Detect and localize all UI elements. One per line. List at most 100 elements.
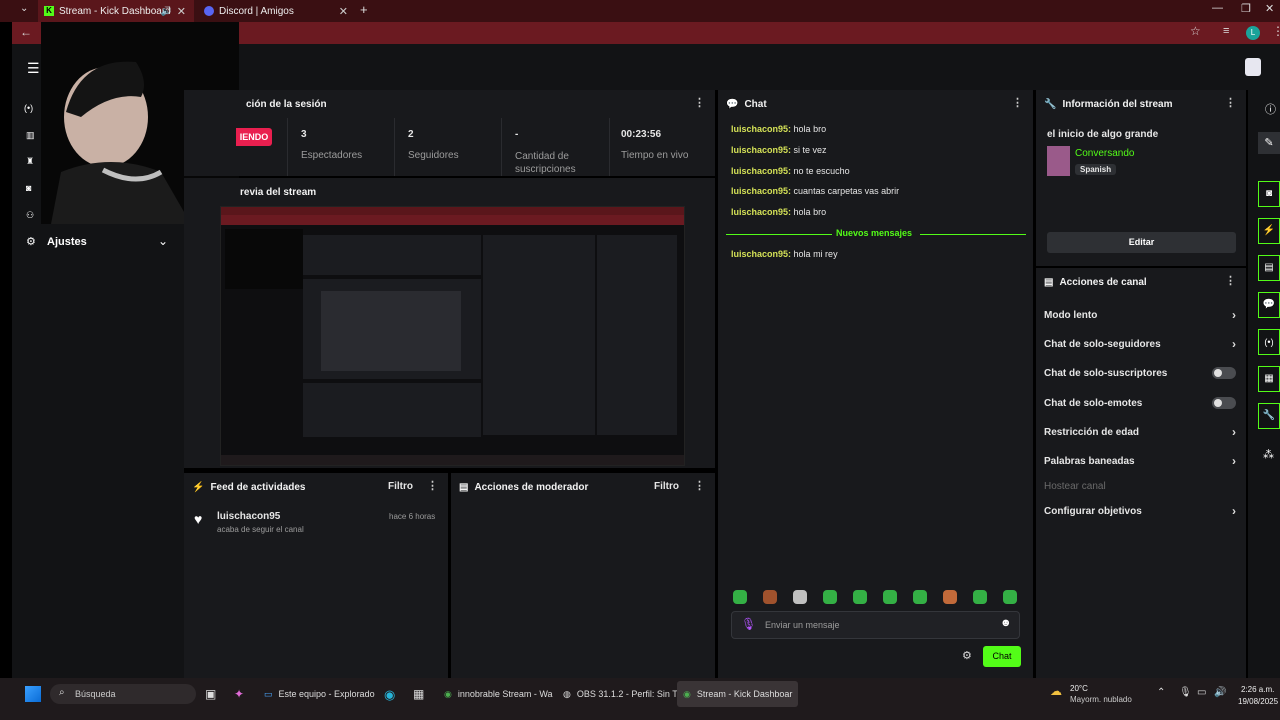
bookmark-star-icon[interactable]: ☆ <box>1190 24 1201 38</box>
media-controls-icon[interactable]: ≡ <box>1223 25 1229 37</box>
chat-user[interactable]: luischacon95: <box>731 186 791 196</box>
close-window-button[interactable]: ✕ <box>1265 2 1274 15</box>
mod-title: Acciones de moderador <box>474 481 589 493</box>
stats-icon[interactable]: ▥ <box>26 130 35 141</box>
configure-goals-item[interactable]: Configurar objetivos › <box>1044 501 1236 521</box>
share-icon[interactable]: ⁂ <box>1263 448 1274 461</box>
network-icon[interactable]: ▭ <box>1197 687 1206 698</box>
tab-kick-dashboard[interactable]: K Stream - Kick Dashboard 🔊 ✕ <box>38 0 194 22</box>
mod-menu-icon[interactable]: ⋮ <box>694 479 705 492</box>
emote-icon[interactable] <box>763 590 777 604</box>
emote-icon[interactable] <box>973 590 987 604</box>
copilot-icon[interactable]: ✦ <box>234 687 244 701</box>
emote-icon[interactable] <box>733 590 747 604</box>
followers-only-item[interactable]: Chat de solo-seguidores › <box>1044 334 1236 354</box>
emote-icon[interactable] <box>1003 590 1017 604</box>
user-avatar[interactable] <box>1245 58 1261 76</box>
emote-icon[interactable] <box>913 590 927 604</box>
trophy-icon[interactable]: ♜ <box>26 156 34 167</box>
taskbar-search[interactable]: ⌕ Búsqueda <box>50 684 196 704</box>
chat-message: luischacon95: hola bro <box>731 207 826 217</box>
chat-user[interactable]: luischacon95: <box>731 207 791 217</box>
tab-discord[interactable]: Discord | Amigos ✕ <box>198 0 356 22</box>
microphone-icon[interactable]: 🎙 <box>741 617 756 631</box>
kick-logo-icon: K <box>44 6 54 16</box>
tray-chevron-up-icon[interactable]: ⌃ <box>1157 687 1165 698</box>
emote-icon[interactable] <box>853 590 867 604</box>
emote-icon[interactable] <box>943 590 957 604</box>
weather-icon: ☁ <box>1050 684 1062 698</box>
hamburger-menu-icon[interactable]: ☰ <box>27 60 40 77</box>
task-view-icon[interactable]: ▣ <box>205 687 216 701</box>
emoji-icon[interactable]: ☻ <box>1000 617 1012 629</box>
edge-icon[interactable]: ◉ <box>384 687 395 703</box>
volume-icon[interactable]: 🔊 <box>1214 687 1226 698</box>
browser-menu-icon[interactable]: ⋮ <box>1272 24 1280 38</box>
emotes-only-item: Chat de solo-emotes <box>1044 393 1236 413</box>
taskbar-app-explorer[interactable]: ▭ Este equipo - Explorado <box>258 681 381 707</box>
lightning-tool-icon[interactable]: ⚡ <box>1258 218 1280 244</box>
taskbar-app-chrome-stream[interactable]: ◉ innobrable Stream - Wa <box>438 681 559 707</box>
emotes-only-toggle[interactable] <box>1212 397 1236 409</box>
minimize-button[interactable]: — <box>1212 2 1223 14</box>
taskbar-app-chrome-kick[interactable]: ◉ Stream - Kick Dashboar <box>677 681 799 707</box>
actions-menu-icon[interactable]: ⋮ <box>1225 274 1236 287</box>
chat-user[interactable]: luischacon95: <box>731 166 791 176</box>
chat-settings-gear-icon[interactable]: ⚙ <box>962 649 972 662</box>
tab-close-icon[interactable]: ✕ <box>339 5 348 18</box>
back-arrow-icon[interactable]: ← <box>20 25 32 39</box>
chat-tool-icon[interactable]: 💬 <box>1258 292 1280 318</box>
camera-icon[interactable]: ◙ <box>26 183 31 193</box>
emote-icon[interactable] <box>823 590 837 604</box>
settings-menu[interactable]: ⚙ Ajustes ⌄ <box>12 234 184 252</box>
info-icon[interactable]: ⓘ <box>1265 101 1276 117</box>
chat-text: hola mi rey <box>793 249 838 259</box>
windows-start-icon[interactable] <box>25 686 41 702</box>
users-icon[interactable]: ⚇ <box>26 210 34 221</box>
emote-icon[interactable] <box>883 590 897 604</box>
chat-user[interactable]: luischacon95: <box>731 249 791 259</box>
broadcast-icon[interactable]: (•) <box>24 103 33 113</box>
session-menu-icon[interactable]: ⋮ <box>694 96 705 109</box>
store-icon[interactable]: ▦ <box>413 687 424 701</box>
feed-menu-icon[interactable]: ⋮ <box>427 479 438 492</box>
preview-webcam <box>225 229 303 289</box>
stat-label: Espectadores <box>301 150 363 161</box>
layout-tool-icon[interactable]: ▦ <box>1258 366 1280 392</box>
chat-user[interactable]: luischacon95: <box>731 124 791 134</box>
pencil-icon[interactable]: ✎ <box>1258 132 1280 154</box>
profile-avatar[interactable]: L <box>1246 26 1260 40</box>
chat-header: 💬 Chat <box>718 90 1033 118</box>
chat-menu-icon[interactable]: ⋮ <box>1012 96 1023 109</box>
host-channel-item: Hostear canal <box>1044 476 1236 496</box>
taskbar-app-obs[interactable]: ◍ OBS 31.1.2 - Perfil: Sin Tí <box>557 681 686 707</box>
document-tool-icon[interactable]: ▤ <box>1258 255 1280 281</box>
edit-button[interactable]: Editar <box>1047 232 1236 253</box>
streaminfo-menu-icon[interactable]: ⋮ <box>1225 96 1236 109</box>
category-link[interactable]: Conversando <box>1075 148 1134 159</box>
wrench-tool-icon[interactable]: 🔧 <box>1258 403 1280 429</box>
slow-mode-item[interactable]: Modo lento › <box>1044 305 1236 325</box>
camera-tool-icon[interactable]: ◙ <box>1258 181 1280 207</box>
chat-user[interactable]: luischacon95: <box>731 145 791 155</box>
clock-date[interactable]: 19/08/2025 <box>1238 697 1278 706</box>
age-restriction-item[interactable]: Restricción de edad › <box>1044 422 1236 442</box>
new-tab-button[interactable]: + <box>360 2 368 17</box>
chat-input[interactable]: 🎙 Enviar un mensaje ☻ <box>731 611 1020 639</box>
item-label: Palabras baneadas <box>1044 455 1135 467</box>
send-chat-button[interactable]: Chat <box>983 646 1021 667</box>
mod-filter-button[interactable]: Filtro <box>654 481 679 492</box>
mic-tray-icon[interactable]: 🎙 <box>1179 687 1192 698</box>
tab-close-icon[interactable]: ✕ <box>177 5 186 18</box>
banned-words-item[interactable]: Palabras baneadas › <box>1044 451 1236 471</box>
feed-filter-button[interactable]: Filtro <box>388 481 413 492</box>
maximize-button[interactable]: ❐ <box>1241 2 1251 15</box>
clock-time[interactable]: 2:26 a.m. <box>1241 685 1274 694</box>
weather-widget[interactable]: ☁ 20°C Mayorm. nublado <box>1050 683 1150 713</box>
tab-list-chevron-icon[interactable]: ⌄ <box>20 3 28 14</box>
feed-text: acaba de seguir el canal <box>217 525 304 534</box>
emote-icon[interactable] <box>793 590 807 604</box>
stream-preview-video[interactable] <box>220 206 685 466</box>
subscribers-only-toggle[interactable] <box>1212 367 1236 379</box>
broadcast-tool-icon[interactable]: (•) <box>1258 329 1280 355</box>
